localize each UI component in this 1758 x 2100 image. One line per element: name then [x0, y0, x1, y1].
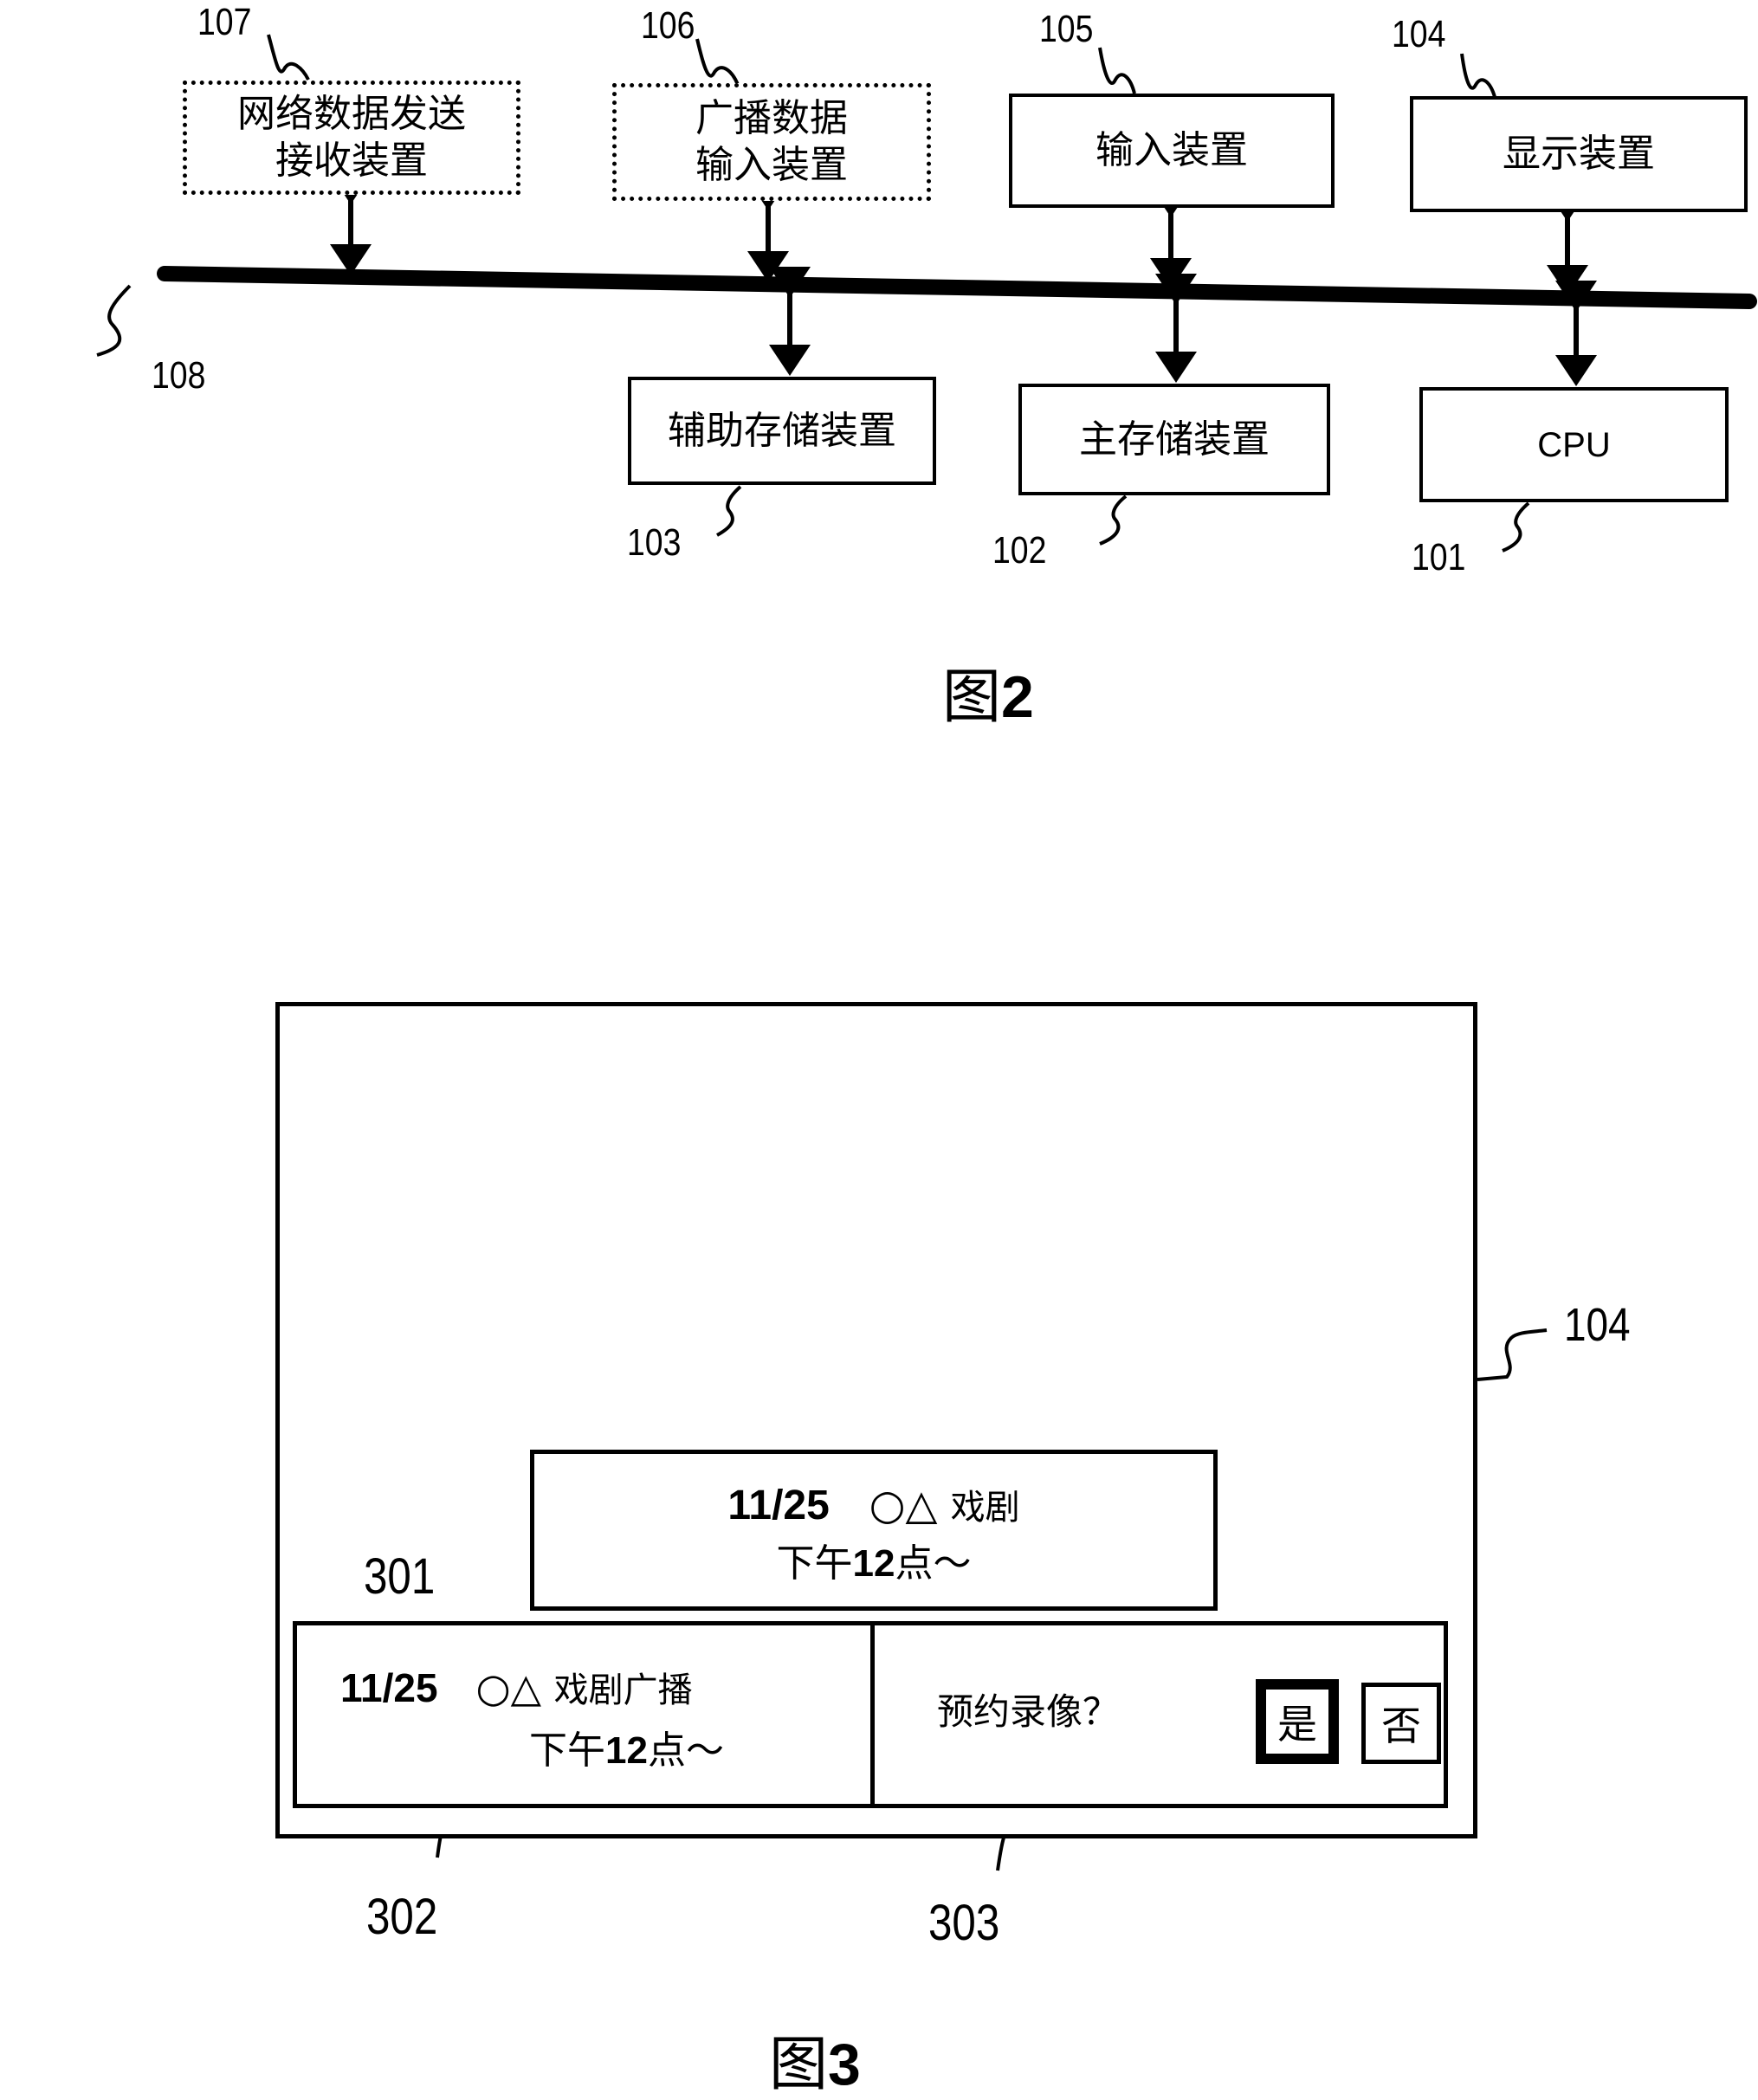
yes-button[interactable]: 是	[1256, 1679, 1339, 1764]
block-label-line: 接收装置	[275, 139, 428, 183]
ref-102: 102	[992, 529, 1047, 572]
program-panel-302[interactable]: 11/25 ○△ 戏剧广播 下午12点～	[297, 1625, 875, 1804]
caption-number: 2	[1001, 664, 1034, 730]
block-label-line: 广播数据	[695, 96, 848, 140]
block-cpu: CPU	[1419, 387, 1729, 502]
caption-number: 3	[828, 2032, 861, 2097]
block-label: 输入装置	[1096, 128, 1248, 172]
figure-2-caption: 图2	[942, 662, 1034, 733]
time-prefix: 下午	[529, 1728, 605, 1773]
leader-102	[1099, 494, 1128, 546]
ref-107: 107	[197, 1, 252, 43]
ref-303: 303	[928, 1895, 1000, 1951]
ref-103: 103	[627, 521, 682, 564]
leader-107	[267, 34, 310, 81]
time-prefix: 下午	[776, 1541, 853, 1586]
block-label: 辅助存储装置	[668, 408, 896, 453]
leader-108	[96, 284, 132, 357]
time-hour: 12	[852, 1542, 895, 1585]
program-symbols: ○△	[869, 1481, 938, 1529]
time-suffix: 点～	[895, 1541, 972, 1586]
leader-105	[1098, 47, 1136, 94]
block-input-device: 输入装置	[1009, 94, 1335, 208]
time-suffix: 点～	[647, 1728, 724, 1773]
record-dialog-303: 预约录像？ 是 否	[875, 1625, 1444, 1804]
ref-104: 104	[1392, 13, 1446, 55]
block-label: 显示装置	[1503, 132, 1655, 176]
program-title: 戏剧	[950, 1488, 1020, 1528]
leader-104	[1460, 53, 1496, 98]
block-network-transceiver: 网络数据发送 接收装置	[183, 81, 520, 195]
block-broadcast-input: 广播数据 输入装置	[612, 83, 931, 201]
block-label-line: 网络数据发送	[237, 92, 466, 136]
block-label-line: 输入装置	[695, 143, 848, 187]
ref-106: 106	[641, 4, 695, 47]
ref-display-104: 104	[1564, 1299, 1631, 1351]
caption-prefix: 图	[769, 2031, 829, 2099]
block-display-device: 显示装置	[1410, 96, 1748, 212]
program-title: 戏剧广播	[553, 1670, 693, 1710]
no-button[interactable]: 否	[1361, 1683, 1441, 1764]
ref-105: 105	[1039, 8, 1094, 50]
block-label: 主存储装置	[1079, 417, 1270, 462]
time-hour: 12	[605, 1729, 648, 1772]
panel-date: 11/25	[340, 1665, 438, 1710]
block-label: CPU	[1537, 425, 1611, 464]
system-bus	[157, 266, 1757, 309]
leader-display-104	[1477, 1328, 1548, 1381]
program-symbols: ○△	[475, 1664, 541, 1711]
ref-301: 301	[364, 1548, 436, 1605]
ref-101: 101	[1412, 536, 1466, 578]
record-question: 预约录像？	[937, 1690, 1120, 1733]
popup-date: 11/25	[727, 1483, 830, 1528]
figure-3-caption: 图3	[769, 2030, 861, 2100]
leader-106	[695, 38, 740, 86]
ref-302: 302	[366, 1889, 438, 1945]
ref-108: 108	[152, 354, 206, 397]
program-popup-301[interactable]: 11/25 ○△ 戏剧 下午12点～	[530, 1450, 1218, 1611]
leader-103	[716, 485, 742, 537]
caption-prefix: 图	[942, 663, 1002, 732]
info-bar: 11/25 ○△ 戏剧广播 下午12点～ 预约录像？ 是 否	[293, 1621, 1448, 1808]
block-main-storage: 主存储装置	[1018, 384, 1330, 495]
leader-101	[1502, 501, 1530, 552]
block-aux-storage: 辅助存储装置	[628, 377, 936, 485]
